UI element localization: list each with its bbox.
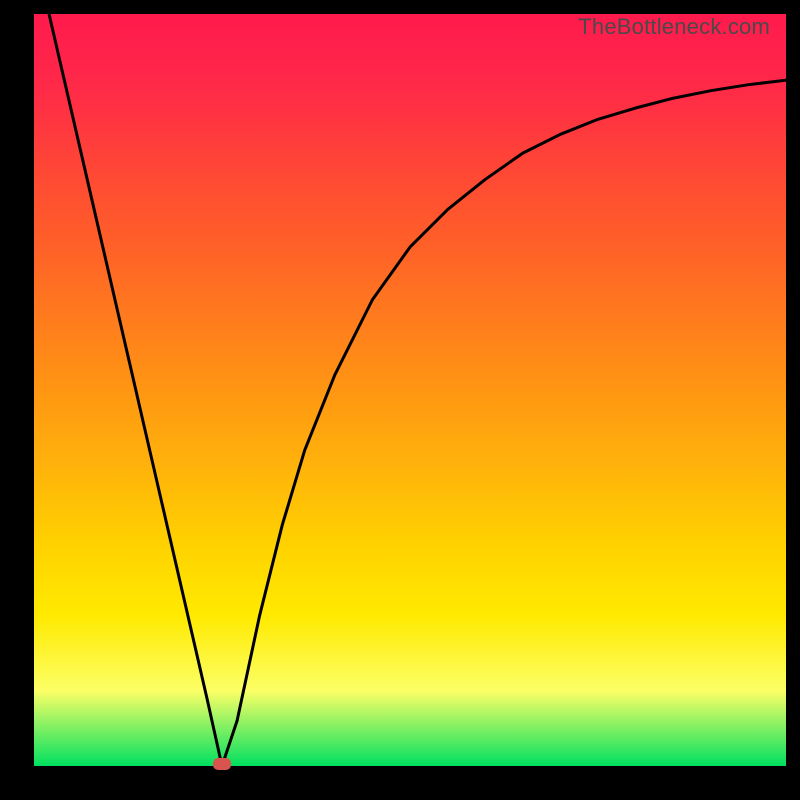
chart-container: TheBottleneck.com — [0, 0, 800, 800]
plot-area: TheBottleneck.com — [34, 14, 786, 766]
minimum-marker — [213, 758, 231, 770]
bottleneck-curve — [34, 14, 786, 766]
